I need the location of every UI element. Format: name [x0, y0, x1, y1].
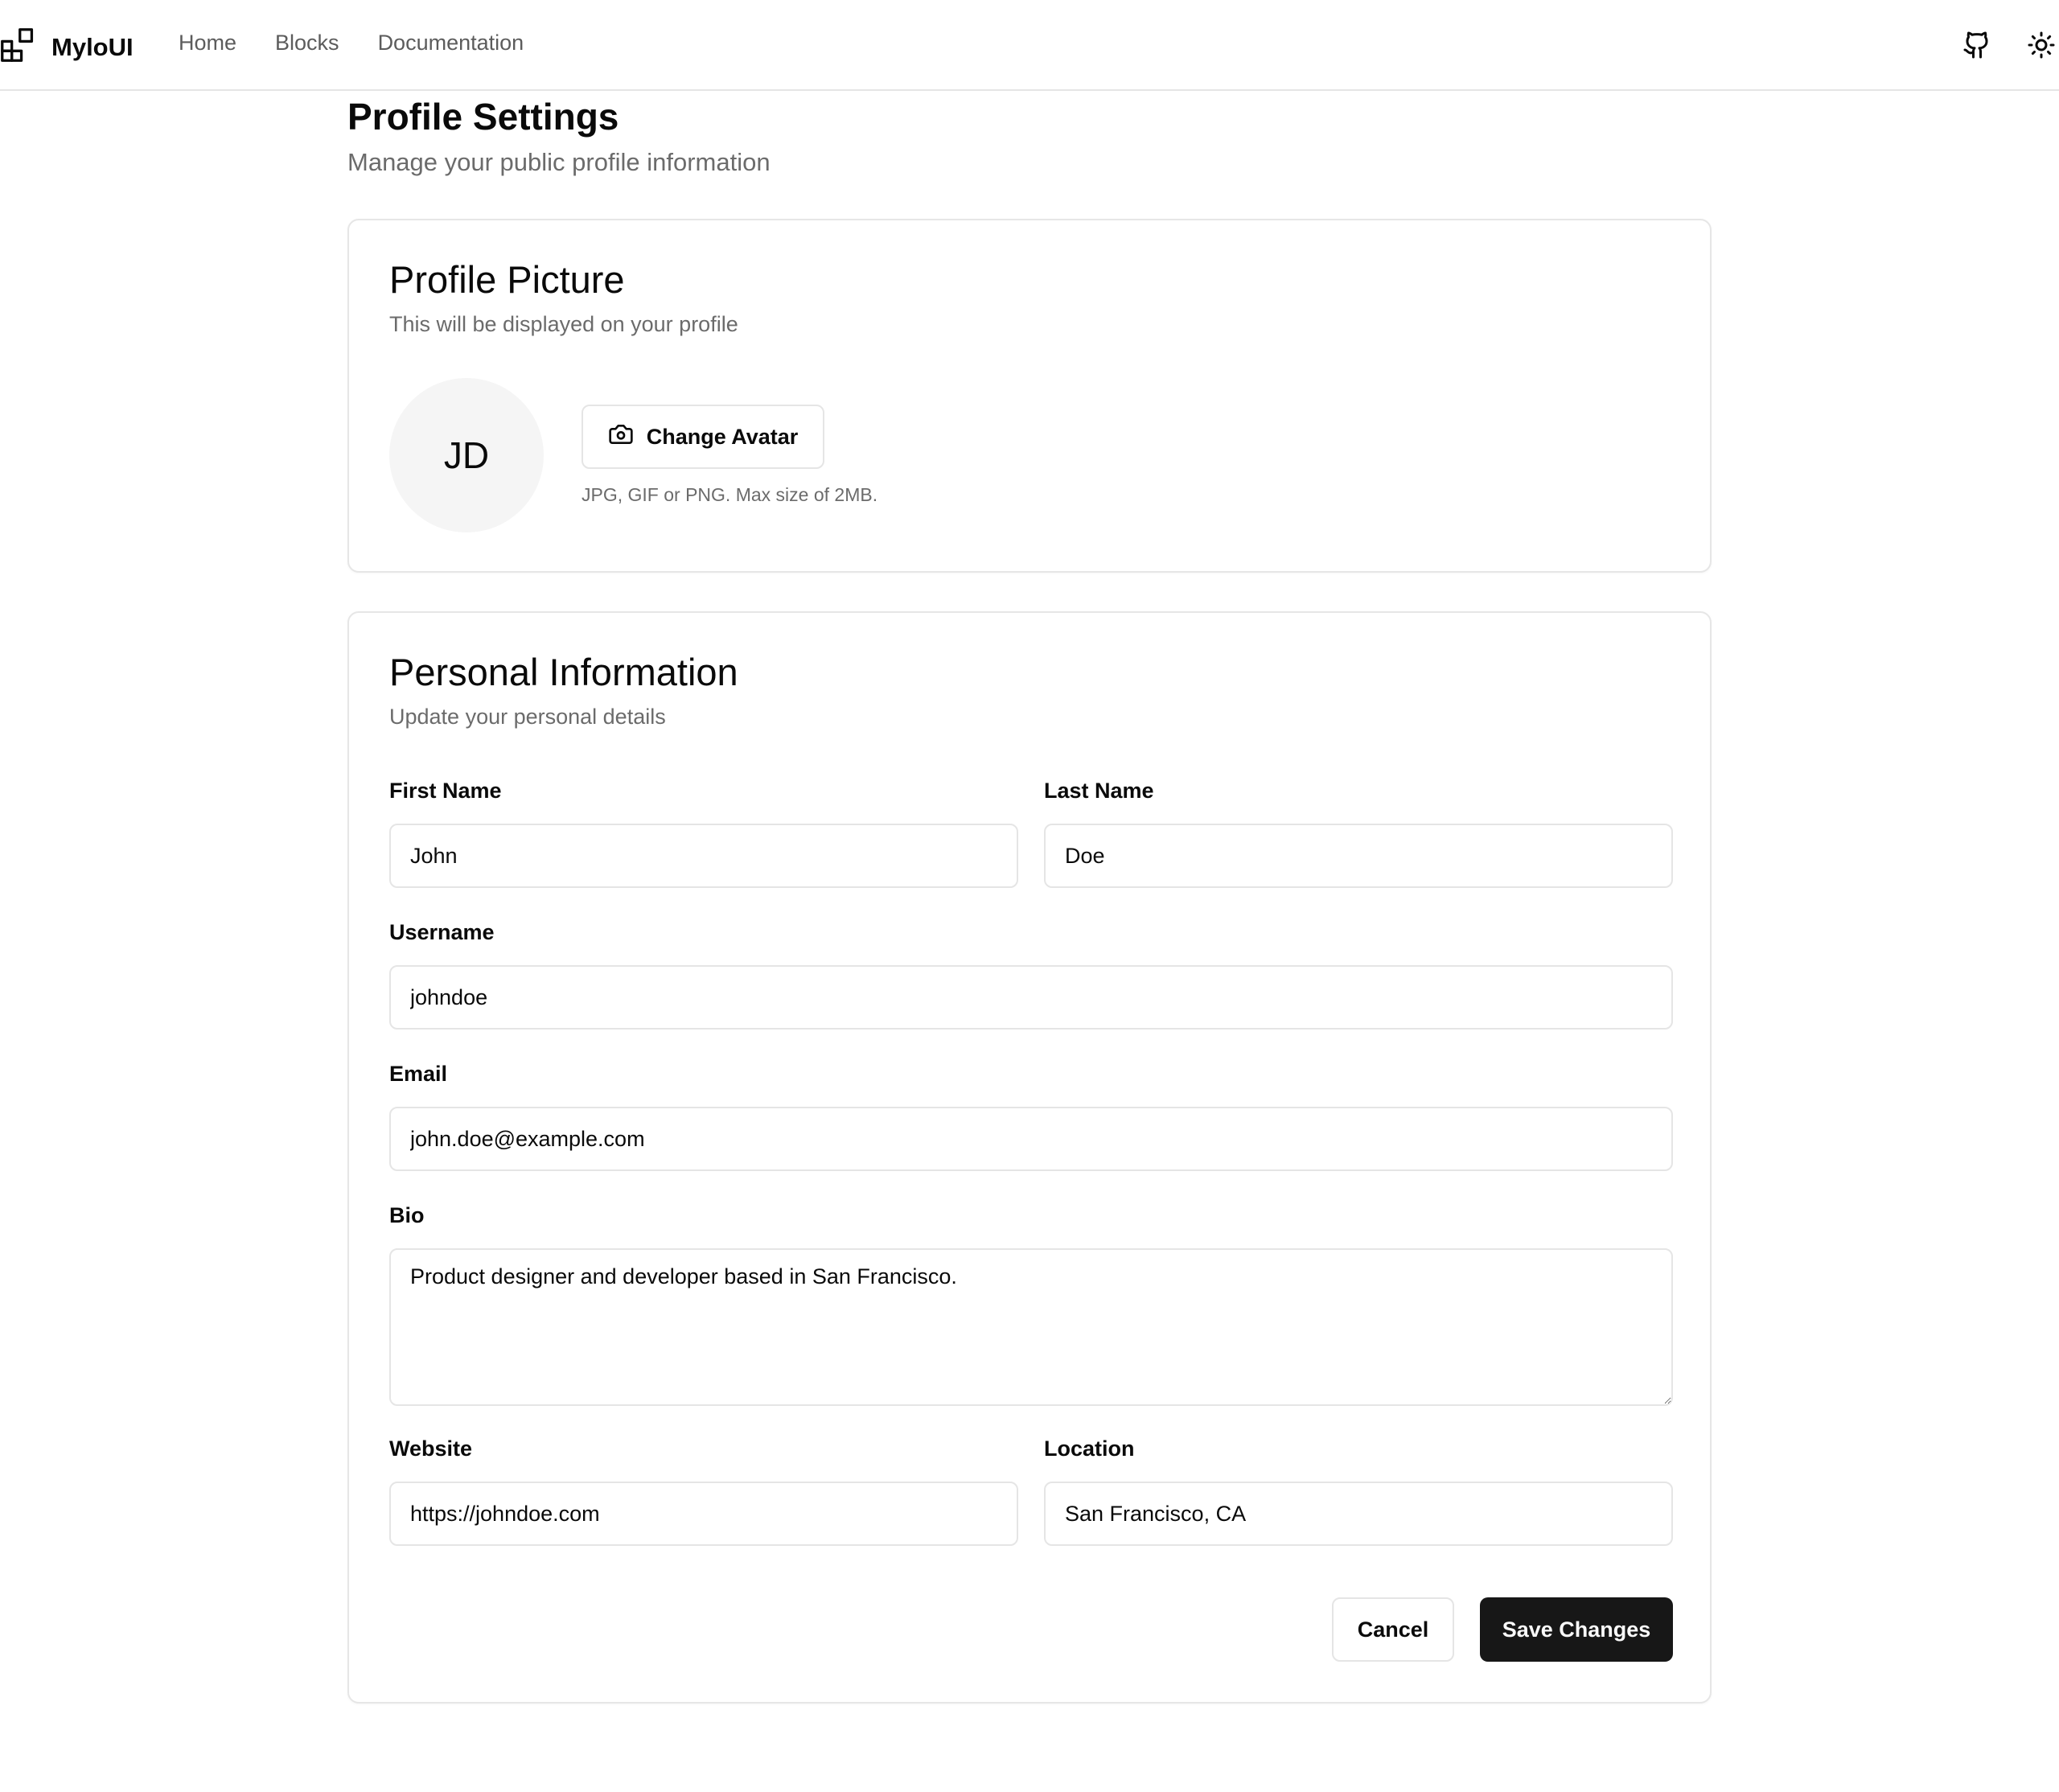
cancel-button[interactable]: Cancel — [1332, 1597, 1454, 1662]
nav-blocks[interactable]: Blocks — [275, 31, 339, 55]
location-input[interactable] — [1044, 1482, 1673, 1546]
blocks-logo-icon — [0, 27, 35, 67]
header-actions — [1930, 27, 2059, 63]
first-name-input[interactable] — [389, 824, 1018, 888]
email-label: Email — [389, 1062, 448, 1086]
personal-information-subtitle: Update your personal details — [389, 705, 666, 729]
nav-home[interactable]: Home — [179, 31, 236, 55]
last-name-input[interactable] — [1044, 824, 1673, 888]
page-subtitle: Manage your public profile information — [347, 148, 771, 176]
username-input[interactable] — [389, 965, 1673, 1030]
save-changes-button[interactable]: Save Changes — [1480, 1597, 1673, 1662]
location-label: Location — [1044, 1436, 1135, 1461]
bio-label: Bio — [389, 1203, 425, 1227]
bio-textarea[interactable]: Product designer and developer based in … — [389, 1248, 1673, 1406]
page-title: Profile Settings — [347, 96, 619, 138]
website-label: Website — [389, 1436, 473, 1461]
avatar-initials: JD — [443, 434, 490, 476]
profile-picture-title: Profile Picture — [389, 258, 625, 301]
profile-picture-subtitle: This will be displayed on your profile — [389, 312, 738, 336]
first-name-label: First Name — [389, 779, 502, 803]
brand-name: MyloUI — [51, 32, 134, 61]
camera-icon — [608, 421, 647, 453]
avatar-file-hint: JPG, GIF or PNG. Max size of 2MB. — [582, 484, 878, 505]
website-input[interactable] — [389, 1482, 1018, 1546]
main-nav: Home Blocks Documentation — [179, 31, 562, 55]
change-avatar-button[interactable]: Change Avatar — [582, 405, 824, 469]
email-input[interactable] — [389, 1107, 1673, 1171]
username-label: Username — [389, 920, 495, 944]
personal-information-title: Personal Information — [389, 651, 738, 693]
github-icon[interactable] — [1959, 27, 1995, 63]
personal-information-card: Personal Information Update your persona… — [347, 611, 1712, 1704]
sun-icon[interactable] — [2024, 27, 2059, 63]
last-name-label: Last Name — [1044, 779, 1154, 803]
nav-documentation[interactable]: Documentation — [378, 31, 524, 55]
change-avatar-label: Change Avatar — [646, 424, 799, 449]
avatar: JD — [389, 378, 544, 532]
brand[interactable]: MyloUI — [0, 27, 134, 67]
profile-picture-card: Profile Picture This will be displayed o… — [347, 219, 1712, 573]
top-navbar: MyloUI Home Blocks Documentation — [0, 0, 2059, 91]
